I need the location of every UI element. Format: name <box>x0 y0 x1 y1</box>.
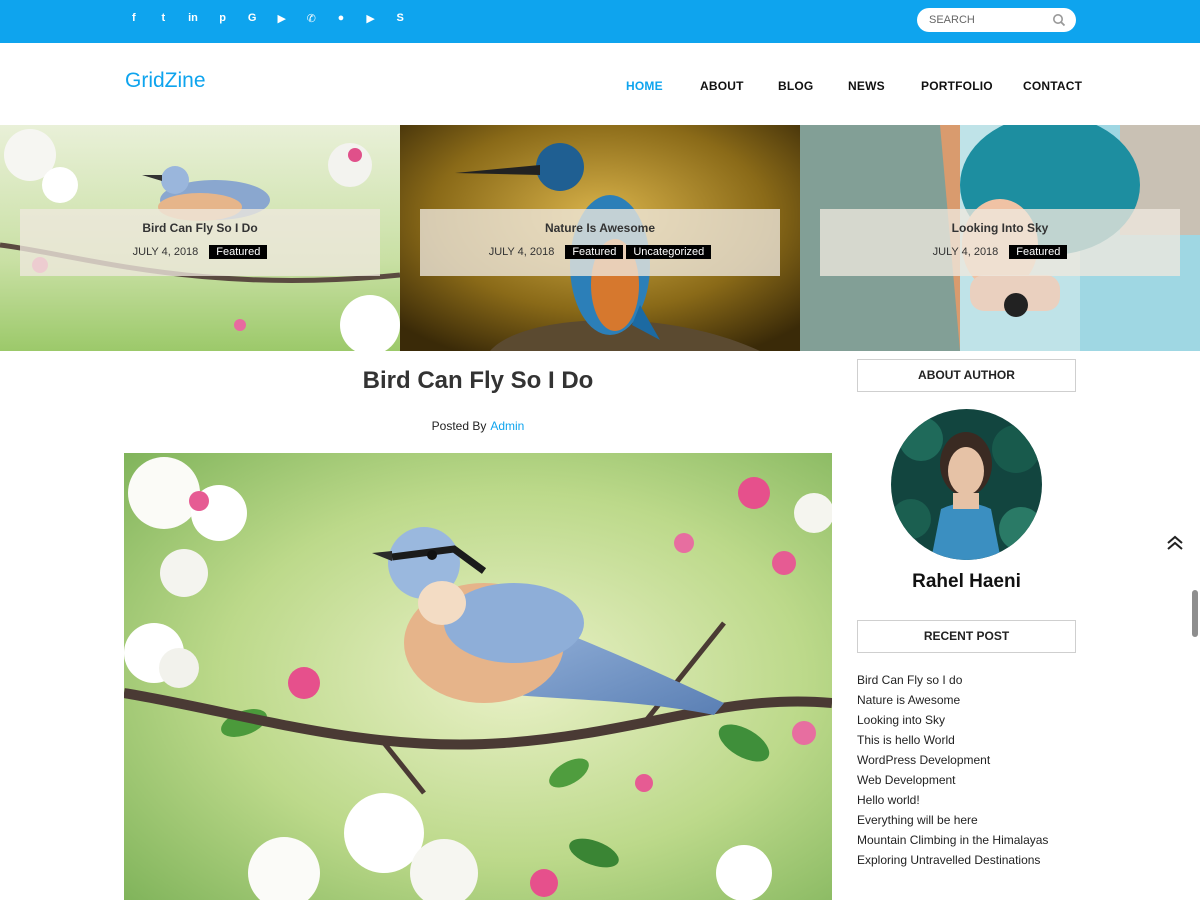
facebook-icon[interactable]: f <box>119 9 149 27</box>
recent-post-list: Bird Can Fly so I do Nature is Awesome L… <box>857 672 1048 872</box>
tag-uncategorized[interactable]: Uncategorized <box>626 245 712 259</box>
nav-blog[interactable]: BLOG <box>778 79 813 93</box>
nav-about[interactable]: ABOUT <box>700 79 744 93</box>
linkedin-icon[interactable]: in <box>178 9 208 27</box>
list-item[interactable]: Exploring Untravelled Destinations <box>857 852 1048 872</box>
post-meta: Posted By Admin <box>124 419 832 433</box>
post-author-link[interactable]: Admin <box>490 419 524 433</box>
recent-post-link[interactable]: Everything will be here <box>857 813 978 827</box>
search-box <box>917 8 1076 32</box>
slide-date: JULY 4, 2018 <box>932 246 999 258</box>
slide-title[interactable]: Bird Can Fly So I Do <box>20 221 380 235</box>
social-links: f t in p G ▶ ✆ ● ▶ S <box>119 9 415 27</box>
slide-caption: Nature Is Awesome JULY 4, 2018 Featured … <box>420 209 780 276</box>
nav-news[interactable]: NEWS <box>848 79 885 93</box>
list-item[interactable]: WordPress Development <box>857 752 1048 772</box>
list-item[interactable]: Nature is Awesome <box>857 692 1048 712</box>
scroll-to-top-icon[interactable] <box>1166 535 1184 551</box>
skype-icon[interactable]: S <box>385 9 415 27</box>
list-item[interactable]: Looking into Sky <box>857 712 1048 732</box>
nav-portfolio[interactable]: PORTFOLIO <box>921 79 993 93</box>
slide-kingfisher[interactable]: Nature Is Awesome JULY 4, 2018 Featured … <box>400 125 800 351</box>
bird-image <box>124 453 832 900</box>
tag-featured[interactable]: Featured <box>565 245 624 259</box>
list-item[interactable]: Hello world! <box>857 792 1048 812</box>
slide-sky[interactable]: Looking Into Sky JULY 4, 2018 Featured <box>800 125 1200 351</box>
recent-post-link[interactable]: Looking into Sky <box>857 713 945 727</box>
recent-post-link[interactable]: Mountain Climbing in the Himalayas <box>857 833 1048 847</box>
recent-post-link[interactable]: Hello world! <box>857 793 920 807</box>
recent-post-link[interactable]: Exploring Untravelled Destinations <box>857 853 1040 867</box>
scrollbar-thumb[interactable] <box>1192 590 1198 637</box>
youtube-alt-icon[interactable]: ▶ <box>356 9 386 27</box>
nav-contact[interactable]: CONTACT <box>1023 79 1082 93</box>
wechat-icon[interactable]: ● <box>326 9 356 27</box>
tag-featured[interactable]: Featured <box>1009 245 1068 259</box>
search-input[interactable] <box>929 12 1049 28</box>
recent-post-link[interactable]: This is hello World <box>857 733 955 747</box>
tag-featured[interactable]: Featured <box>209 245 268 259</box>
search-icon[interactable] <box>1052 13 1066 27</box>
main-nav: HOME ABOUT BLOG NEWS PORTFOLIO CONTACT <box>0 79 1200 95</box>
posted-by-label: Posted By <box>431 419 487 433</box>
post-title[interactable]: Bird Can Fly So I Do <box>124 367 832 395</box>
whatsapp-icon[interactable]: ✆ <box>297 9 327 27</box>
list-item[interactable]: Web Development <box>857 772 1048 792</box>
slide-title[interactable]: Looking Into Sky <box>820 221 1180 235</box>
author-avatar <box>891 409 1042 560</box>
slide-date: JULY 4, 2018 <box>488 246 555 258</box>
slide-bird[interactable]: Bird Can Fly So I Do JULY 4, 2018 Featur… <box>0 125 400 351</box>
recent-post-link[interactable]: Web Development <box>857 773 956 787</box>
recent-post-link[interactable]: Bird Can Fly so I do <box>857 673 962 687</box>
about-author-heading: ABOUT AUTHOR <box>857 359 1076 392</box>
list-item[interactable]: Bird Can Fly so I do <box>857 672 1048 692</box>
list-item[interactable]: This is hello World <box>857 732 1048 752</box>
slide-date: JULY 4, 2018 <box>132 246 199 258</box>
recent-post-heading: RECENT POST <box>857 620 1076 653</box>
pinterest-icon[interactable]: p <box>208 9 238 27</box>
slide-title[interactable]: Nature Is Awesome <box>420 221 780 235</box>
nav-home[interactable]: HOME <box>626 79 663 93</box>
top-bar: f t in p G ▶ ✆ ● ▶ S <box>0 0 1200 43</box>
list-item[interactable]: Everything will be here <box>857 812 1048 832</box>
youtube-icon[interactable]: ▶ <box>267 9 297 27</box>
slide-caption: Bird Can Fly So I Do JULY 4, 2018 Featur… <box>20 209 380 276</box>
post-featured-image <box>124 453 832 900</box>
google-icon[interactable]: G <box>237 9 267 27</box>
slide-caption: Looking Into Sky JULY 4, 2018 Featured <box>820 209 1180 276</box>
recent-post-link[interactable]: Nature is Awesome <box>857 693 960 707</box>
list-item[interactable]: Mountain Climbing in the Himalayas <box>857 832 1048 852</box>
twitter-icon[interactable]: t <box>149 9 179 27</box>
recent-post-link[interactable]: WordPress Development <box>857 753 990 767</box>
author-name: Rahel Haeni <box>912 571 1021 592</box>
featured-slider: Bird Can Fly So I Do JULY 4, 2018 Featur… <box>0 125 1200 351</box>
